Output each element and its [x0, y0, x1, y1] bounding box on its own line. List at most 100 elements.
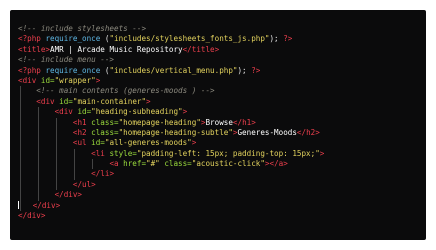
- code-line: <?php require_once ("includes/stylesheet…: [18, 34, 420, 44]
- indent-guide: [20, 138, 21, 149]
- attr-value: "acoustic-click": [191, 159, 265, 169]
- code-line: <div id="wrapper">: [18, 76, 420, 86]
- tag-text: AMR | Arcade Music Repository: [50, 44, 183, 54]
- indent-guide: [38, 138, 39, 149]
- attr-value: "all-generes-moods": [104, 138, 192, 148]
- indent-guide: [56, 159, 57, 170]
- attr-name: class=: [159, 159, 192, 169]
- indent-guide: [74, 148, 75, 160]
- html-tag: <h1: [72, 117, 87, 127]
- attr-value: "homepage-heading-subtle": [118, 127, 233, 137]
- attr-name: class=: [86, 127, 119, 137]
- code-punct: );: [237, 65, 247, 75]
- indent-guide: [56, 179, 57, 191]
- string-literal: "includes/vertical_menu.php": [109, 65, 238, 75]
- html-tag: <title>: [18, 44, 51, 54]
- code-editor[interactable]: <!-- include stylesheets --> <?php requi…: [10, 10, 426, 240]
- attr-value: "heading-subheading": [91, 107, 183, 117]
- html-tag: </div>: [18, 211, 46, 221]
- attr-name: id=: [54, 96, 73, 106]
- html-tag: </a>: [269, 159, 288, 169]
- indent-guide: [20, 107, 21, 118]
- indent-guide: [20, 86, 21, 97]
- php-close-tag: ?>: [278, 34, 293, 44]
- indent-guide: [74, 169, 75, 180]
- html-tag: </div>: [54, 190, 83, 200]
- attr-value: "main-container": [72, 96, 147, 106]
- code-line: <a href="#" class="acoustic-click"></a>: [18, 159, 420, 170]
- code-line: <!-- include stylesheets -->: [18, 24, 420, 34]
- html-tag: </h1>: [232, 117, 256, 127]
- tag-text: Generes-Moods: [237, 127, 297, 137]
- html-tag: >: [95, 75, 101, 85]
- indent-guide: [20, 148, 21, 160]
- attr-value: "homepage-heading": [118, 117, 201, 127]
- code-line: <li style="padding-left: 15px; padding-t…: [18, 148, 420, 160]
- attr-value: "padding-left: 15px; padding-top: 15px;": [136, 148, 320, 158]
- html-tag: </li>: [91, 169, 115, 179]
- code-line: </ul>: [18, 179, 420, 191]
- html-tag: >: [182, 107, 188, 117]
- attr-name: class=: [86, 117, 119, 127]
- code-line: </div>: [18, 190, 420, 201]
- indent-guide: [38, 117, 39, 128]
- code-line: <!-- main contents (generes-moods ) -->: [18, 86, 420, 97]
- tag-text: Browse: [205, 117, 233, 127]
- code-line: <div id="main-container">: [18, 96, 420, 108]
- code-comment: <!-- include menu -->: [18, 55, 115, 65]
- code-line: <title>AMR | Arcade Music Repository</ti…: [18, 45, 420, 55]
- indent-guide: [38, 107, 39, 118]
- indent-guide: [56, 117, 57, 128]
- indent-guide: [92, 159, 93, 170]
- attr-name: id=: [86, 138, 105, 148]
- indent-guide: [56, 169, 57, 180]
- indent-guide: [38, 179, 39, 191]
- indent-guide: [20, 200, 21, 212]
- indent-guide: [20, 127, 21, 139]
- indent-guide: [20, 96, 21, 108]
- html-tag: >: [319, 148, 325, 158]
- php-open-tag: <?php: [18, 65, 41, 75]
- php-close-tag: ?>: [246, 65, 261, 75]
- html-tag: </ul>: [72, 179, 96, 189]
- html-tag: <div: [36, 96, 55, 106]
- indent-guide: [38, 127, 39, 139]
- code-line: <h2 class="homepage-heading-subtle">Gene…: [18, 127, 420, 139]
- indent-guide: [20, 159, 21, 170]
- code-line: </div>: [18, 200, 420, 212]
- code-line: </div>: [18, 211, 420, 221]
- indent-guide: [38, 148, 39, 160]
- html-tag: >: [191, 138, 197, 148]
- indent-guide: [56, 148, 57, 160]
- indent-guide: [56, 138, 57, 149]
- attr-name: id=: [36, 75, 55, 85]
- attr-name: id=: [72, 107, 92, 117]
- code-line: <div id="heading-subheading">: [18, 107, 420, 118]
- indent-guide: [20, 117, 21, 128]
- indent-guide: [38, 159, 39, 170]
- attr-value: "wrapper": [54, 75, 96, 85]
- indent-guide: [38, 169, 39, 180]
- code-line: </li>: [18, 169, 420, 180]
- indent-guide: [38, 190, 39, 201]
- html-tag: <li: [91, 148, 105, 158]
- indent-guide: [20, 179, 21, 191]
- indent-guide: [20, 190, 21, 201]
- html-tag: </div>: [32, 200, 61, 210]
- attr-value: "#": [146, 159, 160, 169]
- indent-guide: [74, 159, 75, 170]
- function-name: require_once: [45, 65, 101, 75]
- indent-guide: [20, 169, 21, 180]
- html-tag: >: [146, 96, 151, 106]
- code-line: <?php require_once ("includes/vertical_m…: [18, 66, 420, 76]
- html-tag: <div: [54, 107, 73, 117]
- html-tag: <h2: [72, 127, 87, 137]
- html-tag: <a: [109, 159, 119, 169]
- code-comment: <!-- include stylesheets -->: [18, 24, 147, 33]
- function-name: require_once: [45, 34, 101, 44]
- attr-name: href=: [118, 159, 147, 169]
- code-line: <!-- include menu -->: [18, 55, 420, 65]
- code-line: <ul id="all-generes-moods">: [18, 138, 420, 149]
- code-line: <h1 class="homepage-heading">Browse</h1>: [18, 117, 420, 128]
- string-literal: "includes/stylesheets_fonts_js.php": [109, 34, 270, 44]
